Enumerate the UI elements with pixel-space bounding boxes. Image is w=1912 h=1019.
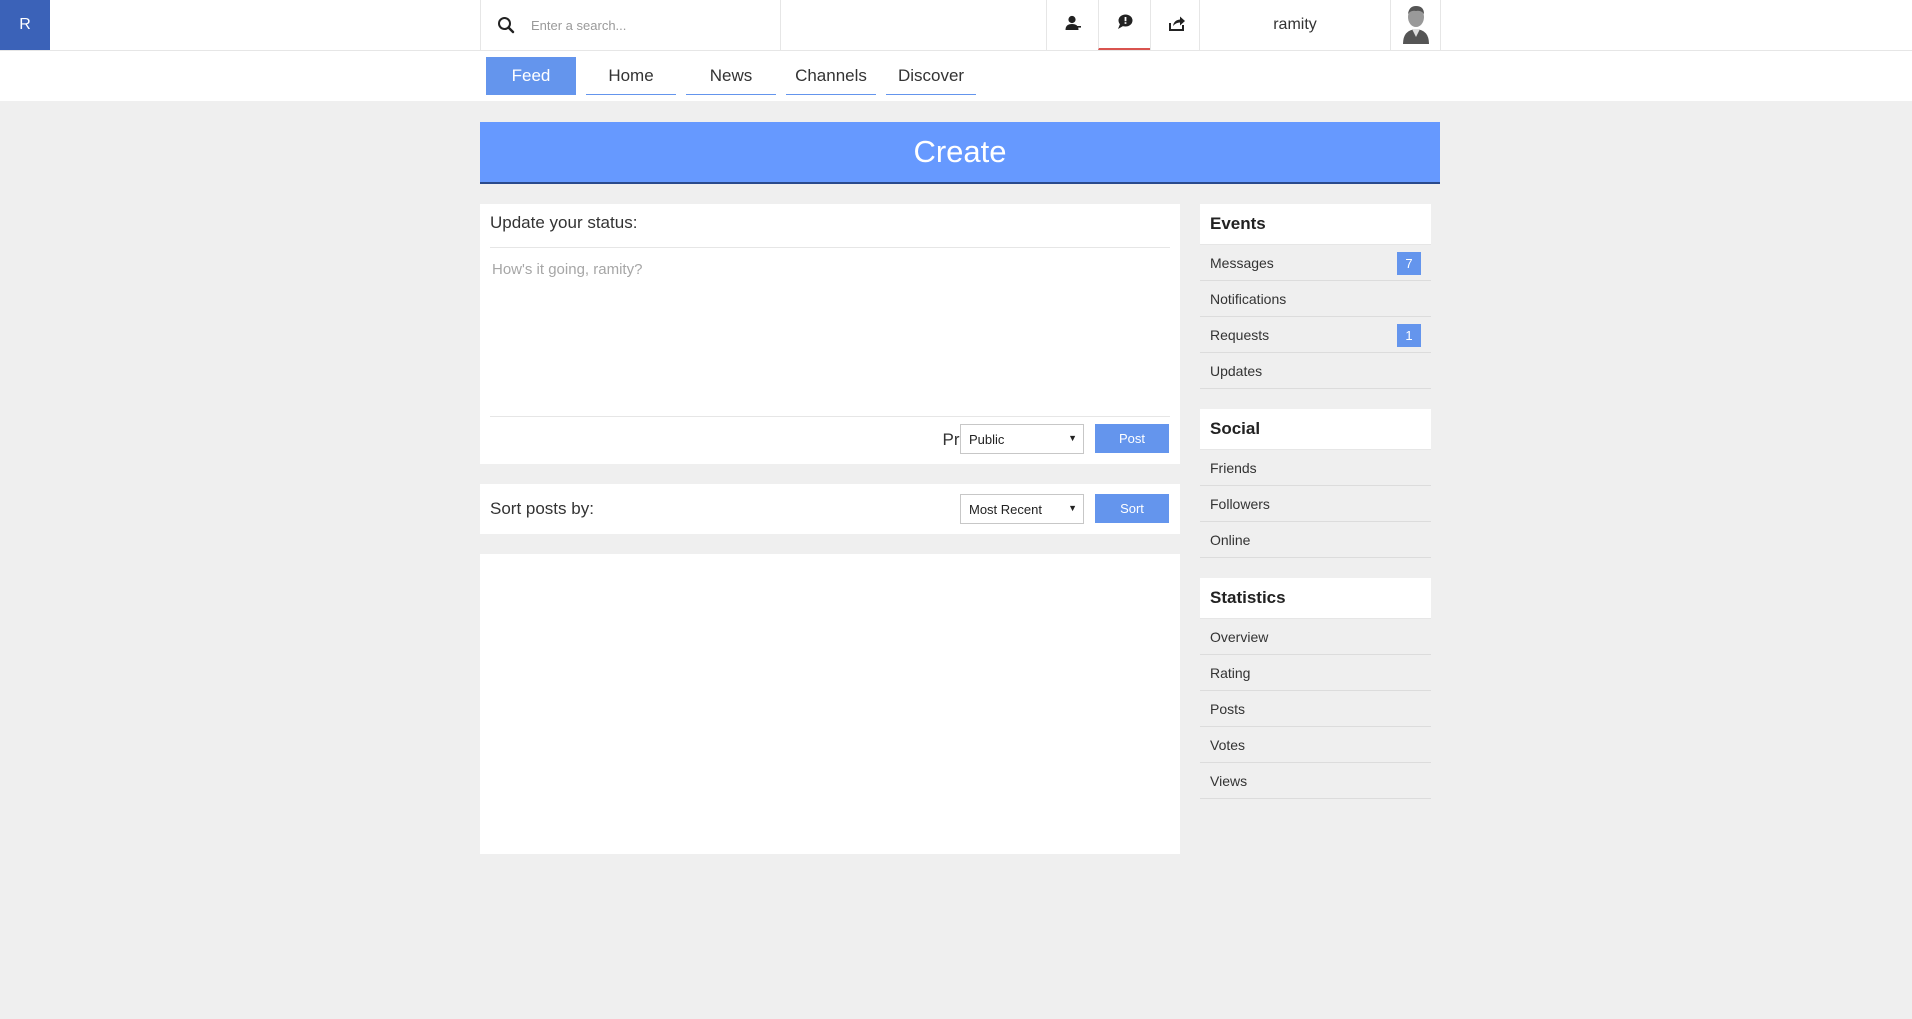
sidebar-social: Social Friends Followers Online — [1200, 409, 1431, 558]
feed-area — [480, 554, 1180, 854]
sort-button-label: Sort — [1120, 501, 1144, 516]
status-title: Update your status: — [490, 213, 1170, 248]
sort-select[interactable]: Most Recent ▼ — [960, 494, 1084, 524]
count-badge: 1 — [1397, 324, 1421, 347]
sidebar-item-overview[interactable]: Overview — [1200, 619, 1431, 655]
status-input[interactable] — [490, 249, 1170, 417]
privacy-select[interactable]: Public ▼ — [960, 424, 1084, 454]
avatar-icon — [1399, 2, 1433, 49]
sidebar-item-notifications[interactable]: Notifications — [1200, 281, 1431, 317]
share-icon — [1168, 14, 1186, 37]
sidebar-item-online[interactable]: Online — [1200, 522, 1431, 558]
sidebar-item-rating[interactable]: Rating — [1200, 655, 1431, 691]
sort-value: Most Recent — [969, 501, 1042, 517]
sort-button[interactable]: Sort — [1095, 494, 1169, 523]
tab-news[interactable]: News — [686, 57, 776, 95]
share-button[interactable] — [1150, 0, 1202, 50]
sidebar-item-views[interactable]: Views — [1200, 763, 1431, 799]
username-label: ramity — [1273, 16, 1317, 33]
sidebar-item-updates[interactable]: Updates — [1200, 353, 1431, 389]
tab-label: Discover — [897, 65, 965, 85]
caret-down-icon: ▼ — [1068, 433, 1077, 443]
page-title: Create — [913, 134, 1007, 169]
sidebar-header-social: Social — [1200, 409, 1431, 450]
tab-label: News — [709, 65, 753, 85]
sidebar-events: Events Messages 7 Notifications Requests… — [1200, 204, 1431, 389]
sidebar-header-statistics: Statistics — [1200, 578, 1431, 619]
tab-label: Channels — [795, 65, 867, 85]
sort-card: Sort posts by: Most Recent ▼ Sort — [480, 484, 1180, 534]
sort-label: Sort posts by: — [490, 499, 594, 518]
sidebar-item-label: Followers — [1210, 495, 1270, 512]
sidebar-item-label: Views — [1210, 772, 1248, 789]
caret-down-icon: ▼ — [1068, 503, 1077, 513]
tab-feed[interactable]: Feed — [486, 57, 576, 95]
sidebar-item-votes[interactable]: Votes — [1200, 727, 1431, 763]
logo-letter: R — [19, 16, 31, 33]
sidebar-item-label: Requests — [1210, 326, 1270, 343]
sidebar-item-label: Friends — [1210, 459, 1257, 476]
sidebar-item-label: Posts — [1210, 700, 1246, 717]
tab-home[interactable]: Home — [586, 57, 676, 95]
messages-button[interactable] — [1098, 0, 1150, 50]
sidebar-item-followers[interactable]: Followers — [1200, 486, 1431, 522]
privacy-value: Public — [969, 431, 1005, 447]
search-box — [480, 0, 781, 50]
nav-bar: Feed Home News Channels Discover — [0, 51, 1912, 101]
post-button-label: Post — [1118, 431, 1145, 446]
tab-label: Feed — [511, 66, 551, 85]
user-icon — [1064, 14, 1082, 37]
friends-button[interactable] — [1046, 0, 1098, 50]
tab-channels[interactable]: Channels — [786, 57, 876, 95]
sidebar-item-messages[interactable]: Messages 7 — [1200, 245, 1431, 281]
post-button[interactable]: Post — [1095, 424, 1169, 453]
search-input[interactable] — [531, 17, 751, 33]
sidebar-item-posts[interactable]: Posts — [1200, 691, 1431, 727]
top-bar: R Enter a search... ramity — [0, 0, 1912, 51]
chat-icon — [1116, 13, 1134, 36]
sidebar-item-label: Rating — [1210, 664, 1251, 681]
avatar[interactable] — [1391, 0, 1441, 50]
sidebar-header-events: Events — [1200, 204, 1431, 245]
sidebar-statistics: Statistics Overview Rating Posts Votes V… — [1200, 578, 1431, 799]
page-banner: Create — [480, 122, 1440, 184]
sidebar-item-friends[interactable]: Friends — [1200, 450, 1431, 486]
logo[interactable]: R — [0, 0, 50, 50]
sidebar-item-label: Updates — [1210, 362, 1263, 379]
sidebar-item-label: Online — [1210, 531, 1251, 548]
username[interactable]: ramity — [1199, 0, 1391, 50]
count-badge: 7 — [1397, 252, 1421, 275]
sidebar-item-requests[interactable]: Requests 1 — [1200, 317, 1431, 353]
tab-label: Home — [608, 65, 654, 85]
sidebar-item-label: Votes — [1210, 736, 1246, 753]
sidebar-item-label: Notifications — [1210, 290, 1287, 307]
status-card: Update your status: Privacy: Public ▼ Po… — [480, 204, 1180, 464]
search-icon[interactable] — [481, 0, 531, 50]
tab-discover[interactable]: Discover — [886, 57, 976, 95]
sidebar-item-label: Messages — [1210, 254, 1274, 271]
sidebar-item-label: Overview — [1210, 628, 1269, 645]
